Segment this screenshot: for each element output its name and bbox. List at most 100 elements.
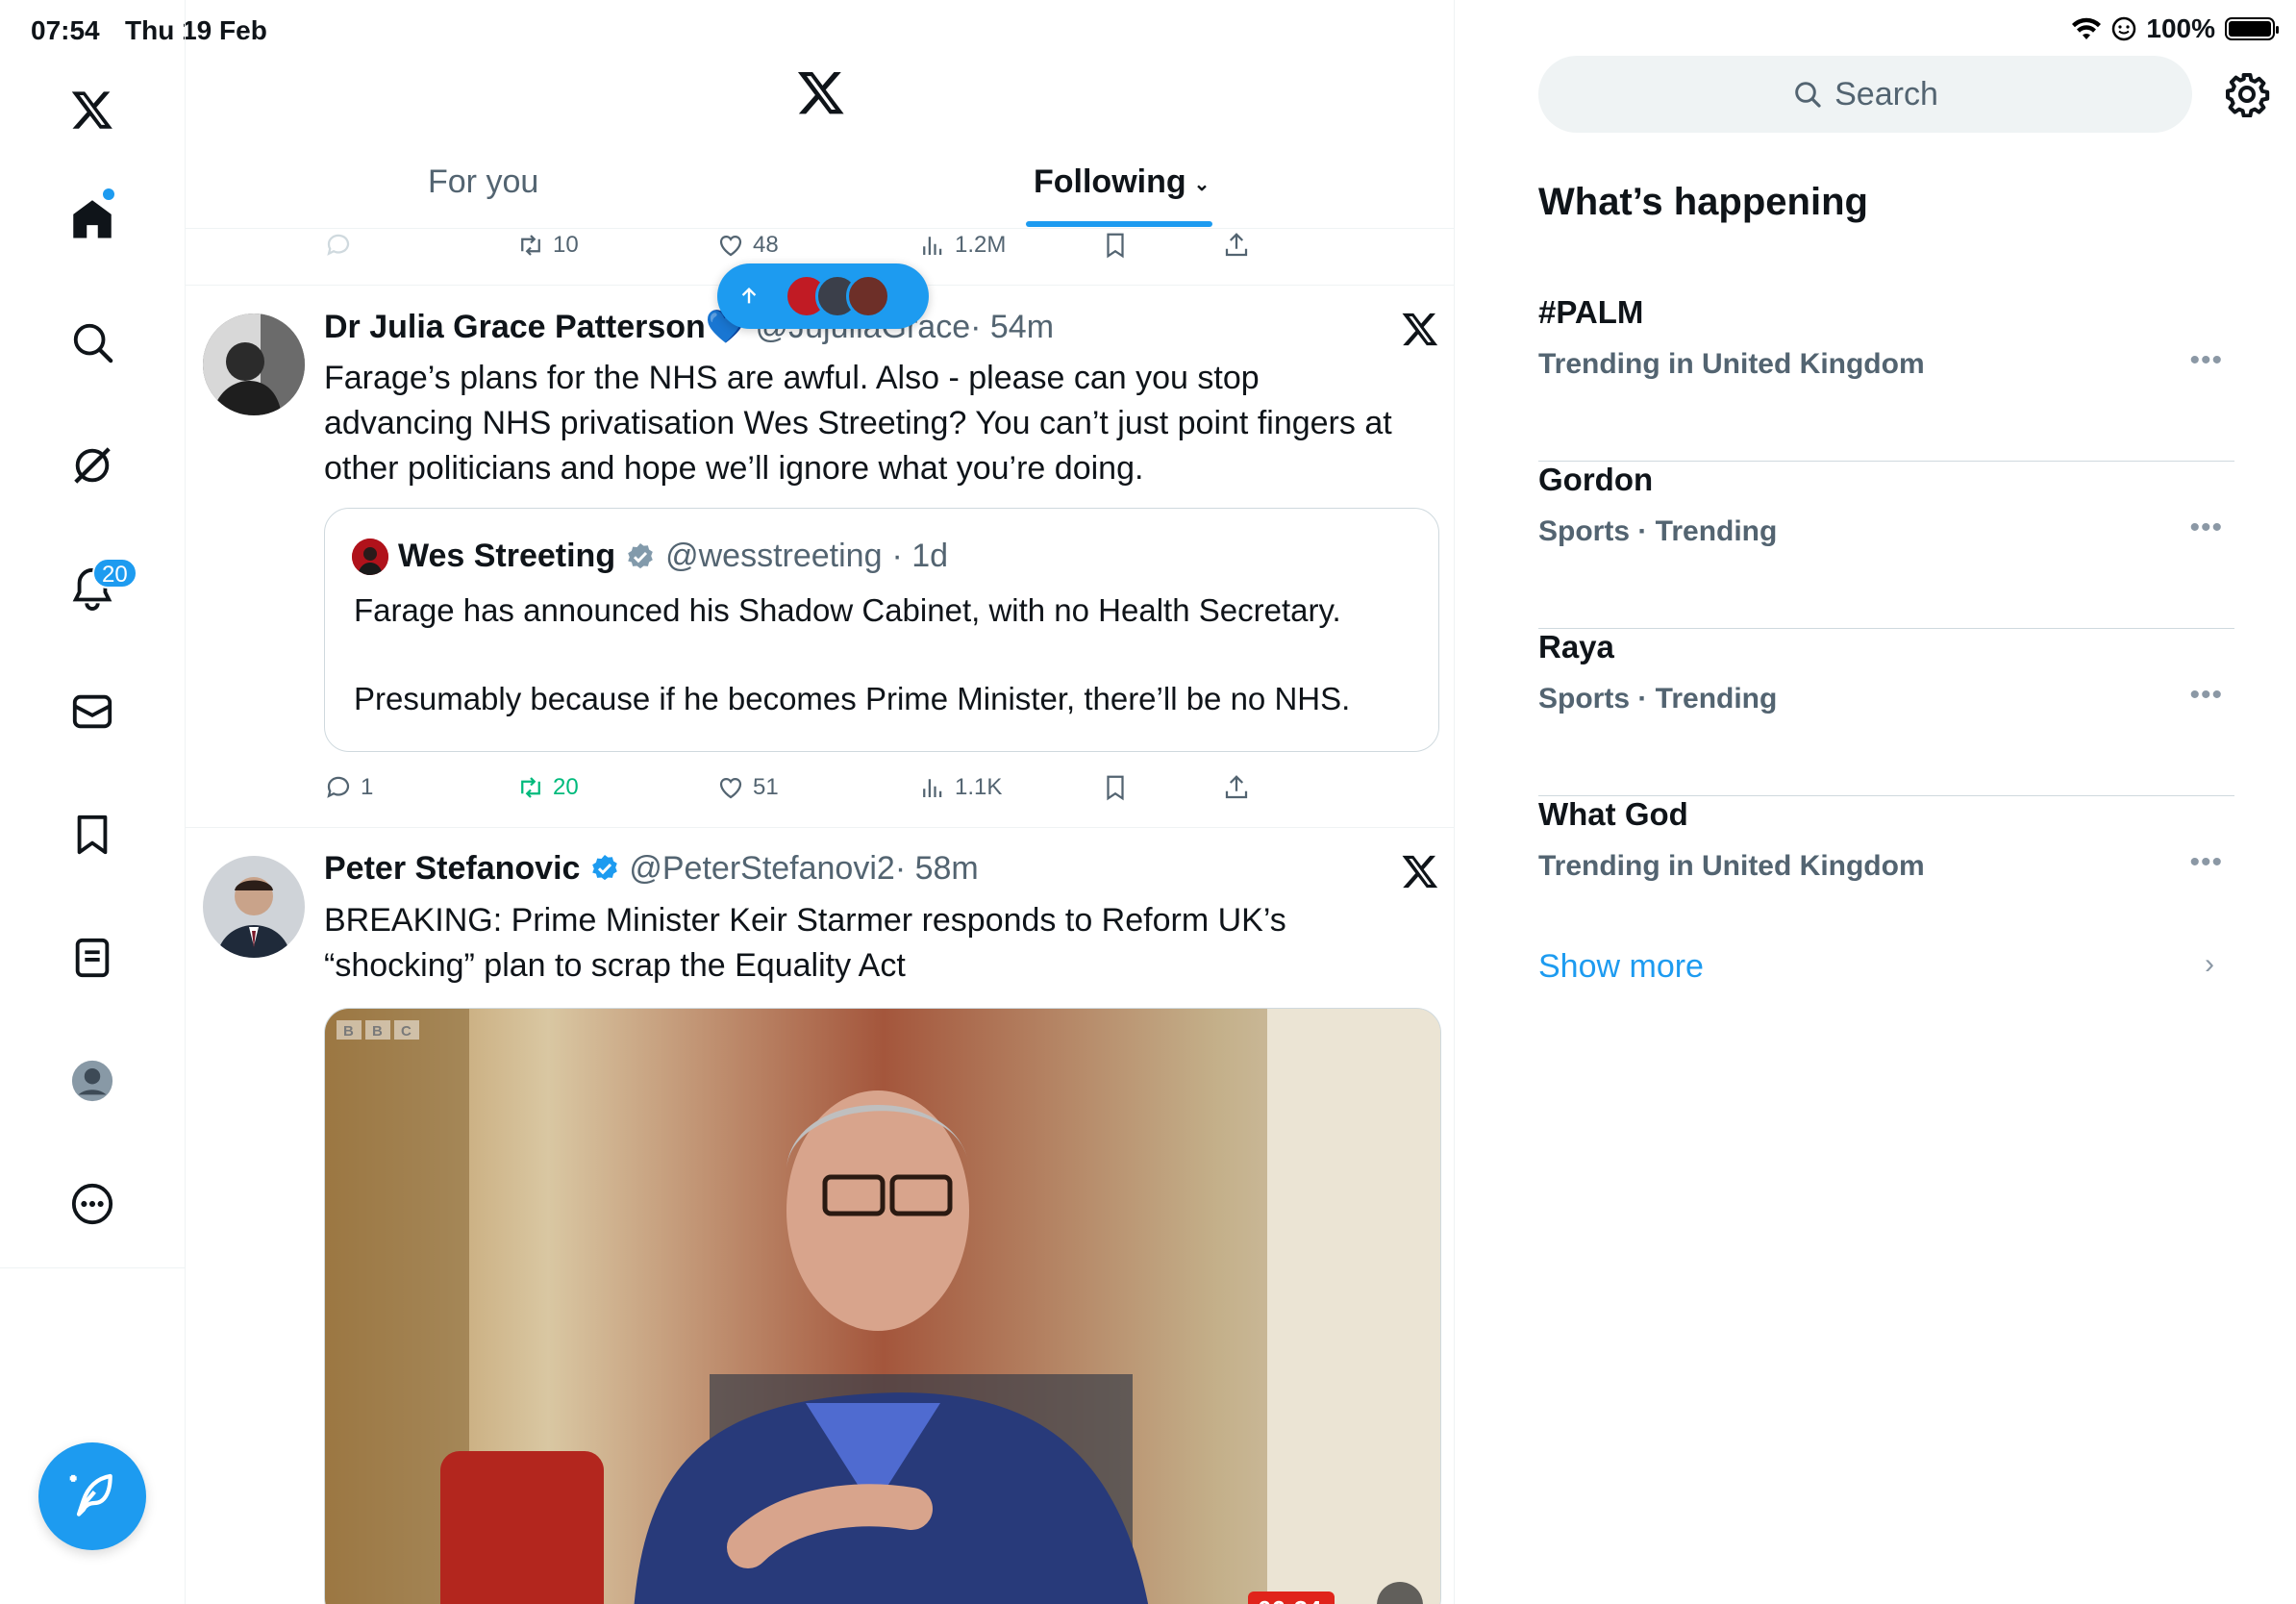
more-options-icon[interactable]: •••: [2189, 344, 2223, 377]
retweet-count: 10: [553, 232, 579, 258]
trend-context: Trending in United Kingdom: [1538, 348, 1925, 380]
tab-for-you[interactable]: For you: [428, 163, 538, 201]
search-input[interactable]: Search: [1538, 56, 2192, 133]
retweet-button[interactable]: 20: [516, 773, 579, 802]
tweet-header: Dr Julia Grace Patterson💙 @JujuliaGrace·…: [324, 308, 1054, 346]
nav-divider: [0, 1267, 186, 1268]
verified-badge-icon: [628, 542, 653, 568]
home-unread-dot: [103, 188, 114, 200]
x-logo-icon[interactable]: [796, 67, 846, 117]
bookmark-icon: [1107, 233, 1124, 259]
tweet-text: Farage’s plans for the NHS are awful. Al…: [324, 360, 1392, 487]
tab-following-label: Following: [1034, 163, 1186, 200]
new-posts-avatars: [785, 274, 890, 318]
views-count: 1.1K: [955, 774, 1003, 800]
bookmark-button[interactable]: [1101, 773, 1130, 802]
share-button[interactable]: [1222, 773, 1251, 802]
heart-icon: [719, 777, 742, 799]
more-options-icon[interactable]: •••: [2189, 679, 2223, 712]
views-chart-icon: [923, 237, 942, 255]
retweet-icon: [521, 235, 540, 256]
quote-text-line: Presumably because if he becomes Prime M…: [354, 681, 1351, 716]
show-more-link[interactable]: Show more: [1538, 948, 1704, 986]
trend-context: Trending in United Kingdom: [1538, 850, 1925, 882]
trend-name: Gordon: [1538, 462, 1654, 497]
search-placeholder: Search: [1834, 75, 1938, 113]
reply-icon: [327, 776, 350, 798]
avatar: [846, 274, 890, 318]
trend-context: Sports · Trending: [1538, 683, 1778, 714]
whats-happening-title: What’s happening: [1538, 181, 1868, 223]
trend-item[interactable]: Raya Sports · Trending •••: [1538, 629, 2234, 796]
share-icon: [1225, 775, 1248, 799]
like-count: 51: [753, 774, 779, 800]
author-name[interactable]: Peter Stefanovic: [324, 850, 580, 887]
trend-item[interactable]: #PALM Trending in United Kingdom •••: [1538, 294, 2234, 462]
compose-feather-icon: [69, 1473, 112, 1516]
views-count: 1.2M: [955, 232, 1007, 258]
compose-post-button[interactable]: [38, 1442, 146, 1550]
chevron-right-icon[interactable]: ›: [2205, 948, 2214, 981]
views-button[interactable]: 1.2M: [918, 231, 1006, 260]
x-logo-icon[interactable]: [58, 75, 127, 144]
bookmark-icon: [1107, 775, 1124, 801]
more-options-icon[interactable]: •••: [2189, 846, 2223, 879]
x-logo-icon: [1402, 313, 1438, 346]
tweet-video[interactable]: B B C 06:34: [324, 1008, 1441, 1604]
share-icon: [1225, 233, 1248, 257]
like-button[interactable]: 48: [716, 231, 779, 260]
avatar[interactable]: [203, 856, 305, 958]
tweet-time: · 58m: [894, 850, 979, 887]
home-icon[interactable]: [58, 185, 127, 254]
tweet-header: Peter Stefanovic @PeterStefanovi2· 58m: [324, 850, 979, 888]
left-navigation: 20: [0, 0, 186, 1604]
views-button[interactable]: 1.1K: [918, 773, 1002, 802]
profile-avatar-icon[interactable]: [58, 1046, 127, 1115]
trend-context: Sports · Trending: [1538, 515, 1778, 547]
new-posts-button[interactable]: [717, 263, 929, 329]
settings-gear-icon[interactable]: [2224, 71, 2270, 117]
tab-following[interactable]: Following ⌄: [1034, 163, 1210, 201]
main-timeline: For you Following ⌄ 10 48 1.2M Dr Julia …: [186, 0, 1455, 1604]
trend-name: What God: [1538, 796, 1688, 832]
quote-author-handle: @wesstreeting: [665, 538, 883, 574]
reply-icon: [327, 234, 350, 256]
chevron-down-icon[interactable]: ⌄: [1194, 172, 1210, 196]
svg-text:C: C: [401, 1023, 412, 1040]
trend-item[interactable]: Gordon Sports · Trending •••: [1538, 462, 2234, 629]
timeline-tabs: For you Following ⌄: [186, 154, 1454, 229]
quote-header: Wes Streeting @wesstreeting · 1d: [352, 538, 948, 575]
retweet-button[interactable]: 10: [516, 231, 579, 260]
bookmarks-icon[interactable]: [58, 800, 127, 869]
x-logo-icon: [1402, 855, 1438, 889]
author-handle[interactable]: @PeterStefanovi2: [629, 850, 894, 887]
lists-icon[interactable]: [58, 923, 127, 992]
avatar[interactable]: [203, 313, 305, 415]
messages-envelope-icon[interactable]: [58, 677, 127, 746]
heart-icon: [719, 235, 742, 257]
reply-count: 1: [361, 774, 374, 800]
notifications-badge: 20: [92, 558, 137, 589]
more-options-icon[interactable]: [58, 1169, 127, 1239]
search-icon[interactable]: [58, 308, 127, 377]
reply-button[interactable]: 1: [324, 773, 373, 802]
quote-author-name: Wes Streeting: [398, 538, 616, 574]
like-button[interactable]: 51: [716, 773, 779, 802]
grok-icon[interactable]: [58, 431, 127, 500]
retweet-icon: [521, 777, 540, 798]
author-name[interactable]: Dr Julia Grace Patterson💙: [324, 309, 746, 345]
tweet-actions: 1 20 51 1.1K: [324, 773, 1285, 812]
active-tab-indicator: [1026, 221, 1212, 227]
tweet-time: · 54m: [970, 309, 1055, 345]
right-sidebar: Search What’s happening #PALM Trending i…: [1455, 0, 2296, 1604]
more-options-icon[interactable]: •••: [2189, 512, 2223, 544]
verified-badge-icon: [592, 855, 617, 881]
share-button[interactable]: [1222, 231, 1251, 260]
bookmark-button[interactable]: [1101, 231, 1130, 260]
quoted-tweet[interactable]: Wes Streeting @wesstreeting · 1d Farage h…: [324, 508, 1439, 752]
svg-text:B: B: [372, 1023, 383, 1040]
tweet-text: BREAKING: Prime Minister Keir Starmer re…: [324, 902, 1286, 984]
trend-item[interactable]: What God Trending in United Kingdom •••: [1538, 796, 2234, 964]
reply-button[interactable]: [324, 231, 353, 260]
like-count: 48: [753, 232, 779, 258]
